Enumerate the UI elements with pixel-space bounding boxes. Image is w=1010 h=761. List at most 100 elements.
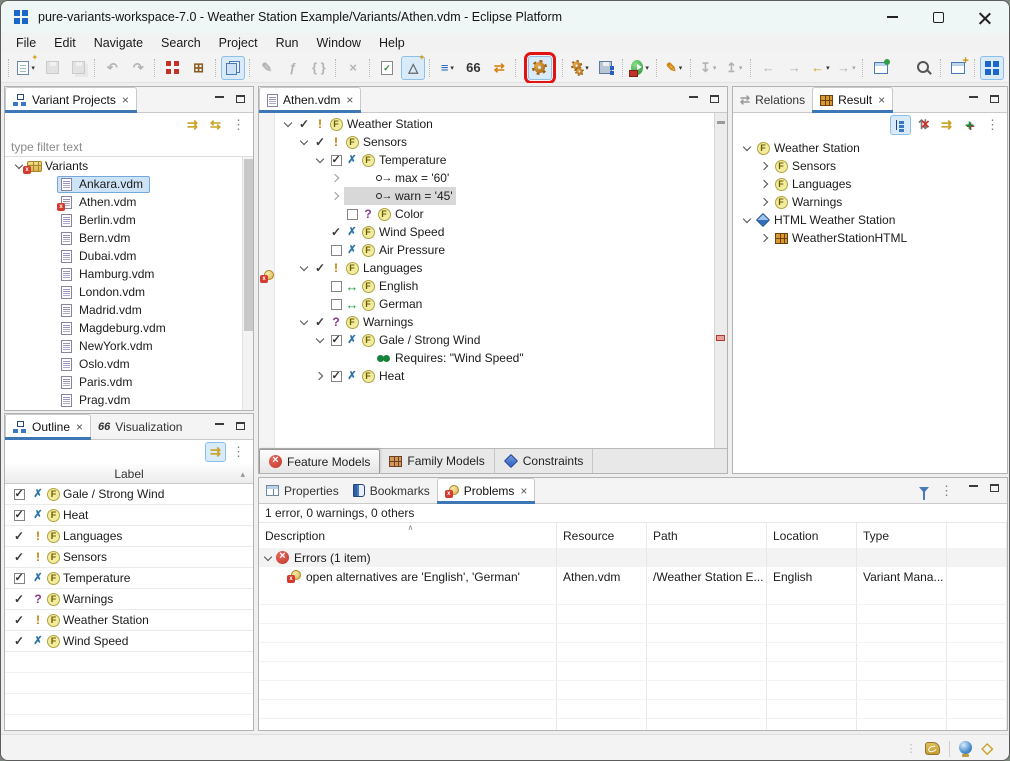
- outline-item-weather-station[interactable]: ✓!FWeather Station: [5, 610, 253, 631]
- link-with-editor-button[interactable]: ⇉: [936, 115, 957, 135]
- variant-models-button[interactable]: [161, 56, 185, 80]
- view-tab-relations[interactable]: ⇄Relations: [733, 87, 812, 112]
- chevron-down-icon[interactable]: [743, 143, 751, 151]
- chevron-down-icon[interactable]: [300, 317, 308, 325]
- transform-config-dropdown-icon[interactable]: ▾: [585, 64, 589, 72]
- feature-english[interactable]: ↔FEnglish: [276, 277, 714, 295]
- import-button[interactable]: ↧▾: [696, 56, 720, 80]
- tree-mode-button[interactable]: [890, 115, 911, 135]
- rename-button[interactable]: ✎: [255, 56, 279, 80]
- model-layout-button[interactable]: ⊞: [187, 56, 211, 80]
- evaluate-model-button[interactable]: △✦: [401, 56, 425, 80]
- feature-wind-speed[interactable]: ✓✗FWind Speed: [276, 223, 714, 241]
- checkbox-checked[interactable]: [14, 573, 25, 584]
- export-button[interactable]: ↥▾: [722, 56, 746, 80]
- tree-item-prag-vdm[interactable]: Prag.vdm: [5, 391, 253, 409]
- layout-menu-dropdown-icon[interactable]: ▾: [450, 64, 454, 72]
- layout-menu-button[interactable]: ≡▾: [435, 56, 459, 80]
- forward-history-dropdown-icon[interactable]: ▾: [852, 64, 856, 72]
- save-all-button[interactable]: [66, 56, 90, 80]
- page-tab-feature-models[interactable]: Feature Models: [259, 449, 380, 473]
- error-marker-icon[interactable]: [260, 270, 274, 283]
- tree-item-hamburg-vdm[interactable]: Hamburg.vdm: [5, 265, 253, 283]
- maximize-button[interactable]: [915, 1, 961, 33]
- tree-item-london-vdm[interactable]: London.vdm: [5, 283, 253, 301]
- close-tab-icon[interactable]: ×: [878, 93, 885, 107]
- back-history-button[interactable]: ←▾: [808, 56, 832, 80]
- delete-button[interactable]: ×: [341, 56, 365, 80]
- view-tab-variant-projects[interactable]: Variant Projects×: [5, 87, 137, 112]
- checkbox-unchecked[interactable]: [331, 281, 342, 292]
- undo-button[interactable]: ↶: [100, 56, 124, 80]
- chevron-right-icon[interactable]: [315, 372, 323, 380]
- tree-item-ankara-vdm[interactable]: Ankara.vdm: [5, 175, 253, 193]
- feature-max-60[interactable]: →max = '60': [276, 169, 714, 187]
- reevaluate-button[interactable]: ⇄: [487, 56, 511, 80]
- checkbox-unchecked[interactable]: [331, 299, 342, 310]
- previous-edit-location-button[interactable]: ←: [756, 56, 780, 80]
- open-perspective-button[interactable]: [946, 56, 970, 80]
- disable-sort-button[interactable]: ⇅: [913, 115, 934, 135]
- page-tab-constraints[interactable]: Constraints: [495, 449, 594, 473]
- chevron-down-icon[interactable]: [300, 137, 308, 145]
- outline-item-wind-speed[interactable]: ✓✗FWind Speed: [5, 631, 253, 652]
- overview-marker[interactable]: [717, 121, 725, 124]
- link-with-editor-button[interactable]: ⇉: [205, 442, 226, 462]
- outline-item-gale-strong-wind[interactable]: ✗FGale / Strong Wind: [5, 484, 253, 505]
- view-menu-button[interactable]: ⋮: [228, 115, 249, 135]
- close-tab-icon[interactable]: ×: [122, 93, 129, 107]
- filter-button[interactable]: [913, 481, 934, 501]
- open-new-window-button[interactable]: [869, 56, 893, 80]
- compare-model-button[interactable]: [375, 56, 399, 80]
- attribute-function-button[interactable]: ƒ: [281, 56, 305, 80]
- close-tab-icon[interactable]: ×: [76, 420, 83, 434]
- checkbox-checked[interactable]: [331, 335, 342, 346]
- link-with-editor-button[interactable]: ⇉: [182, 115, 203, 135]
- feature-requires-wind-speed[interactable]: Requires: "Wind Speed": [276, 349, 714, 367]
- save-button[interactable]: [40, 56, 64, 80]
- view-tab-visualization[interactable]: 66Visualization: [91, 414, 189, 439]
- chevron-right-icon[interactable]: [331, 192, 339, 200]
- maximize-view-button[interactable]: [985, 481, 1003, 496]
- chevron-down-icon[interactable]: [284, 119, 292, 127]
- feature-german[interactable]: ↔FGerman: [276, 295, 714, 313]
- tree-item-bern-vdm[interactable]: Bern.vdm: [5, 229, 253, 247]
- tree-item-berlin-vdm[interactable]: Berlin.vdm: [5, 211, 253, 229]
- view-tab-properties[interactable]: Properties: [259, 478, 346, 503]
- menu-help[interactable]: Help: [370, 35, 414, 51]
- new-wizard-button[interactable]: ✦▾: [14, 56, 38, 80]
- feature-temperature[interactable]: ✗FTemperature: [276, 151, 714, 169]
- column-header-description[interactable]: Description∧: [259, 523, 557, 548]
- checkbox-unchecked[interactable]: [331, 245, 342, 256]
- feature-warnings[interactable]: ✓?FWarnings: [276, 313, 714, 331]
- visualization-button[interactable]: 66: [461, 56, 485, 80]
- save-transform-config-button[interactable]: [594, 56, 618, 80]
- maximize-view-button[interactable]: [985, 91, 1003, 106]
- menu-file[interactable]: File: [7, 35, 45, 51]
- chevron-down-icon[interactable]: [316, 335, 324, 343]
- feature-warn-45[interactable]: →warn = '45': [276, 187, 714, 205]
- tree-item-athen-vdm[interactable]: Athen.vdm: [5, 193, 253, 211]
- search-button[interactable]: [912, 56, 936, 80]
- feature-heat[interactable]: ✗FHeat: [276, 367, 714, 385]
- outline-item-heat[interactable]: ✗FHeat: [5, 505, 253, 526]
- next-edit-location-button[interactable]: →: [782, 56, 806, 80]
- menu-edit[interactable]: Edit: [45, 35, 85, 51]
- feature-color[interactable]: ?FColor: [276, 205, 714, 223]
- view-tab-result[interactable]: Result×: [812, 87, 893, 112]
- menu-project[interactable]: Project: [210, 35, 267, 51]
- tree-item-oslo-vdm[interactable]: Oslo.vdm: [5, 355, 253, 373]
- add-model-button[interactable]: +: [959, 115, 980, 135]
- view-tab-problems[interactable]: Problems×: [437, 478, 536, 503]
- chevron-right-icon[interactable]: [760, 180, 768, 188]
- forward-history-button[interactable]: →▾: [834, 56, 858, 80]
- checkbox-checked[interactable]: [331, 155, 342, 166]
- maximize-view-button[interactable]: [705, 91, 723, 106]
- maximize-view-button[interactable]: [231, 91, 249, 106]
- chevron-down-icon[interactable]: [300, 263, 308, 271]
- highlight-marker-button[interactable]: ✎▾: [662, 56, 686, 80]
- outline-item-sensors[interactable]: ✓!FSensors: [5, 547, 253, 568]
- chevron-down-icon[interactable]: [743, 215, 751, 223]
- view-tab-bookmarks[interactable]: Bookmarks: [346, 478, 437, 503]
- view-menu-button[interactable]: ⋮: [228, 442, 249, 462]
